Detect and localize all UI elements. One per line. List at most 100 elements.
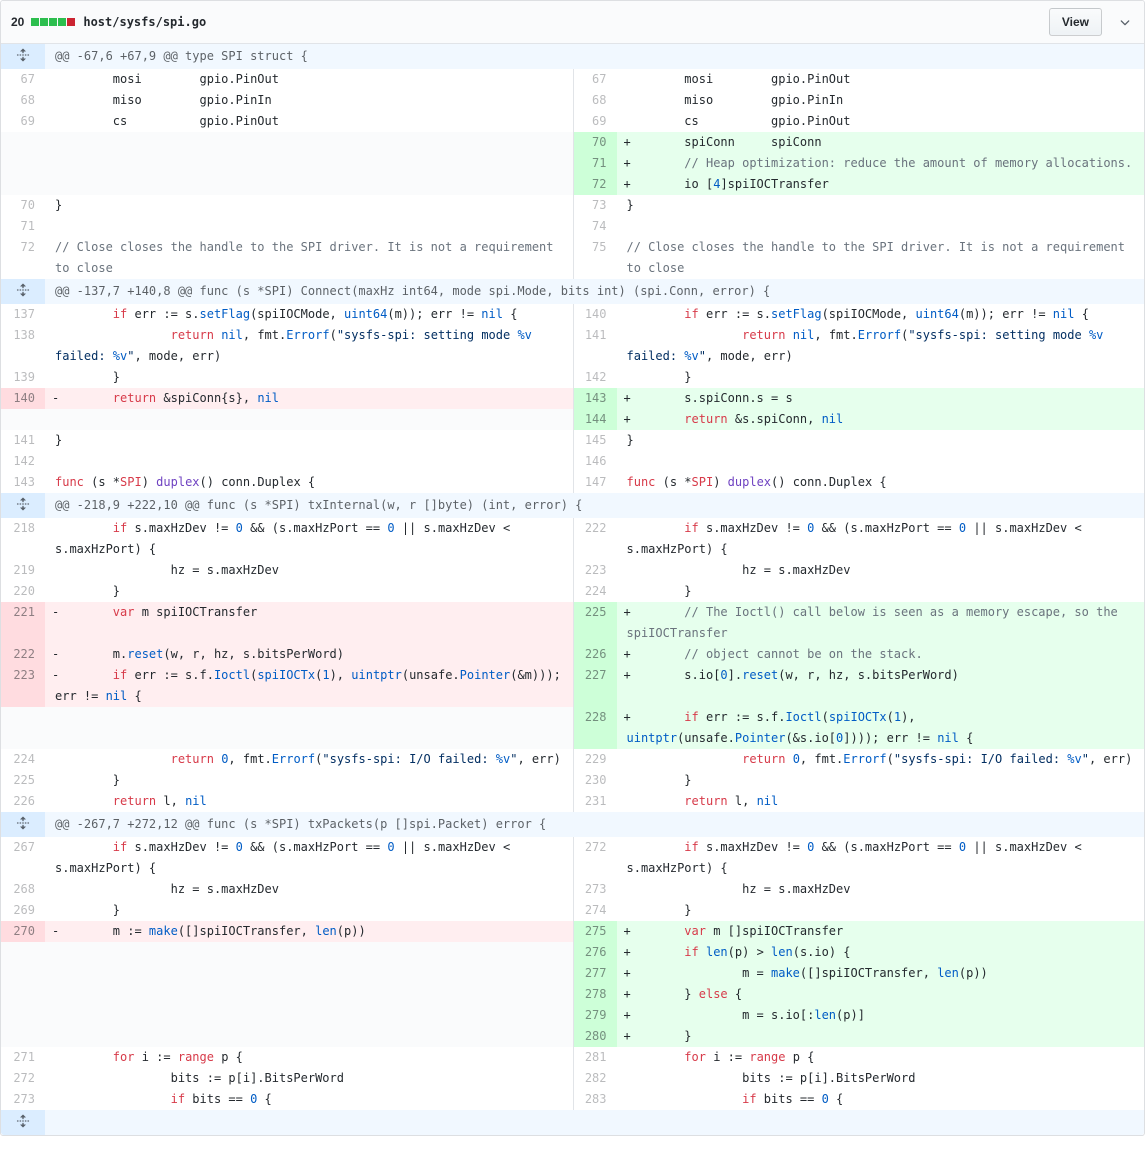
line-number[interactable]: 225 <box>1 770 45 791</box>
line-number[interactable]: 144 <box>573 409 617 430</box>
line-number[interactable]: 278 <box>573 984 617 1005</box>
line-number[interactable]: 275 <box>573 921 617 942</box>
line-number[interactable]: 274 <box>573 900 617 921</box>
line-number[interactable]: 226 <box>1 791 45 812</box>
line-number[interactable]: 71 <box>573 153 617 174</box>
line-number[interactable]: 272 <box>573 837 617 879</box>
code-line: return nil, fmt.Errorf("sysfs-spi: setti… <box>617 325 1145 367</box>
line-number[interactable]: 272 <box>1 1068 45 1089</box>
line-number[interactable]: 141 <box>1 430 45 451</box>
code-line: } <box>45 581 573 602</box>
diff-row: 226 return l, nil231 return l, nil <box>1 791 1144 812</box>
line-number[interactable]: 141 <box>573 325 617 367</box>
code-line: hz = s.maxHzDev <box>45 560 573 581</box>
line-number[interactable]: 70 <box>1 195 45 216</box>
diffstat-squares <box>31 18 75 26</box>
line-number[interactable]: 72 <box>1 237 45 279</box>
line-number[interactable]: 67 <box>1 69 45 90</box>
line-number[interactable]: 145 <box>573 430 617 451</box>
line-number[interactable]: 146 <box>573 451 617 472</box>
file-path[interactable]: host/sysfs/spi.go <box>83 15 206 29</box>
line-number[interactable]: 75 <box>573 237 617 279</box>
line-number[interactable]: 268 <box>1 879 45 900</box>
code-line: hz = s.maxHzDev <box>617 879 1145 900</box>
line-number[interactable]: 230 <box>573 770 617 791</box>
line-number[interactable]: 224 <box>1 749 45 770</box>
line-number[interactable]: 143 <box>573 388 617 409</box>
line-number[interactable]: 281 <box>573 1047 617 1068</box>
line-number[interactable]: 142 <box>1 451 45 472</box>
diff-row: 224 return 0, fmt.Errorf("sysfs-spi: I/O… <box>1 749 1144 770</box>
line-number[interactable]: 222 <box>573 518 617 560</box>
line-number[interactable]: 225 <box>573 602 617 644</box>
line-number[interactable]: 223 <box>573 560 617 581</box>
line-number[interactable]: 280 <box>573 1026 617 1047</box>
empty-gutter <box>1 1026 45 1047</box>
line-number[interactable]: 69 <box>1 111 45 132</box>
line-number[interactable]: 71 <box>1 216 45 237</box>
line-number[interactable]: 222 <box>1 644 45 665</box>
code-line: - return &spiConn{s}, nil <box>45 388 573 409</box>
line-number[interactable]: 271 <box>1 1047 45 1068</box>
line-number[interactable]: 142 <box>573 367 617 388</box>
code-line: return l, nil <box>617 791 1145 812</box>
code-line: if s.maxHzDev != 0 && (s.maxHzPort == 0 … <box>617 518 1145 560</box>
view-button[interactable]: View <box>1049 8 1102 36</box>
line-number[interactable]: 227 <box>573 665 617 707</box>
line-number[interactable]: 276 <box>573 942 617 963</box>
line-number[interactable]: 277 <box>573 963 617 984</box>
line-number[interactable]: 67 <box>573 69 617 90</box>
line-number[interactable]: 72 <box>573 174 617 195</box>
diff-row: 222- m.reset(w, r, hz, s.bitsPerWord)226… <box>1 644 1144 665</box>
line-number[interactable]: 143 <box>1 472 45 493</box>
line-number[interactable]: 273 <box>573 879 617 900</box>
line-number[interactable]: 273 <box>1 1089 45 1110</box>
line-number[interactable]: 231 <box>573 791 617 812</box>
line-number[interactable]: 70 <box>573 132 617 153</box>
line-number[interactable]: 220 <box>1 581 45 602</box>
line-number[interactable]: 267 <box>1 837 45 879</box>
code-line: for i := range p { <box>45 1047 573 1068</box>
expand-hunk-button[interactable] <box>1 1110 45 1135</box>
expand-hunk-button[interactable] <box>1 812 45 837</box>
line-number[interactable]: 147 <box>573 472 617 493</box>
code-line: if err := s.setFlag(spiIOCMode, uint64(m… <box>617 304 1145 325</box>
line-number[interactable]: 68 <box>573 90 617 111</box>
code-line: + m = make([]spiIOCTransfer, len(p)) <box>617 963 1145 984</box>
line-number[interactable]: 140 <box>573 304 617 325</box>
code-line: + if len(p) > len(s.io) { <box>617 942 1145 963</box>
diff-marker: + <box>624 153 631 174</box>
line-number[interactable]: 283 <box>573 1089 617 1110</box>
line-number[interactable]: 68 <box>1 90 45 111</box>
line-number[interactable]: 73 <box>573 195 617 216</box>
expand-hunk-button[interactable] <box>1 44 45 69</box>
line-number[interactable]: 269 <box>1 900 45 921</box>
code-line: - m := make([]spiIOCTransfer, len(p)) <box>45 921 573 942</box>
expand-hunk-button[interactable] <box>1 493 45 518</box>
code-line: + } <box>617 1026 1145 1047</box>
line-number[interactable]: 224 <box>573 581 617 602</box>
line-number[interactable]: 69 <box>573 111 617 132</box>
line-number[interactable]: 282 <box>573 1068 617 1089</box>
line-number[interactable]: 139 <box>1 367 45 388</box>
line-number[interactable]: 138 <box>1 325 45 367</box>
code-line: func (s *SPI) duplex() conn.Duplex { <box>45 472 573 493</box>
code-line: cs gpio.PinOut <box>45 111 573 132</box>
line-number[interactable]: 223 <box>1 665 45 707</box>
code-line: mosi gpio.PinOut <box>45 69 573 90</box>
line-number[interactable]: 221 <box>1 602 45 644</box>
line-number[interactable]: 140 <box>1 388 45 409</box>
line-number[interactable]: 226 <box>573 644 617 665</box>
line-number[interactable]: 137 <box>1 304 45 325</box>
line-number[interactable]: 279 <box>573 1005 617 1026</box>
code-line: } <box>617 367 1145 388</box>
line-number[interactable]: 74 <box>573 216 617 237</box>
line-number[interactable]: 219 <box>1 560 45 581</box>
line-number[interactable]: 228 <box>573 707 617 749</box>
code-line: } <box>617 900 1145 921</box>
line-number[interactable]: 270 <box>1 921 45 942</box>
expand-hunk-button[interactable] <box>1 279 45 304</box>
collapse-file-button[interactable] <box>1116 15 1134 29</box>
line-number[interactable]: 218 <box>1 518 45 560</box>
line-number[interactable]: 229 <box>573 749 617 770</box>
